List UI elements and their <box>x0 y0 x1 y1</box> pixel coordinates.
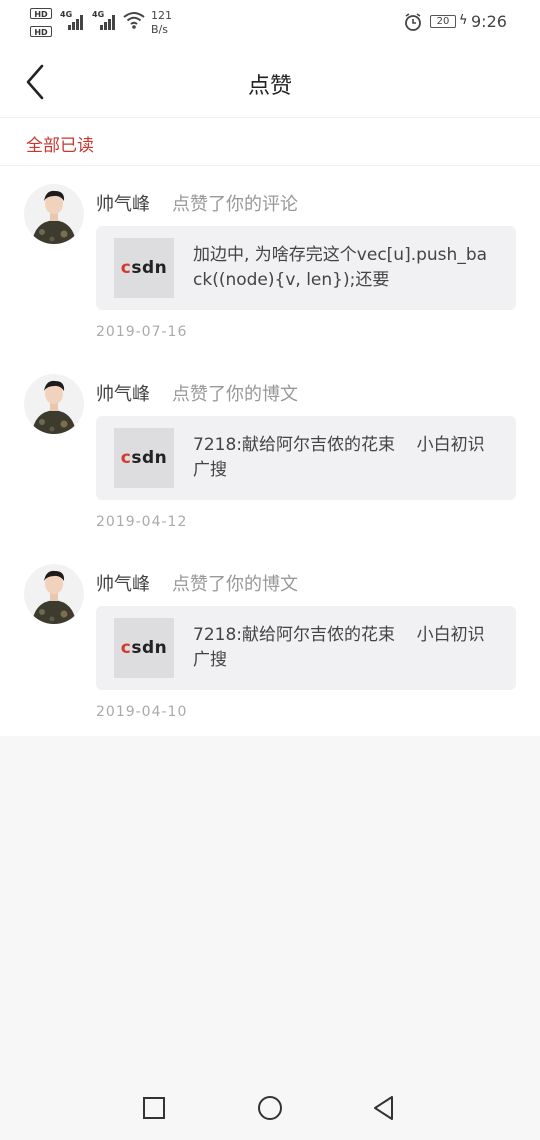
avatar[interactable] <box>24 184 84 244</box>
network-speed-unit: B/s <box>151 23 168 36</box>
csdn-thumbnail: csdn <box>114 428 174 488</box>
alarm-icon <box>405 13 421 31</box>
screen: HD HD 4G 4G 121 B/s 20 ϟ 9:26 点赞 全部已读 帅气… <box>0 0 540 1140</box>
notification-date: 2019-04-12 <box>96 514 188 530</box>
user-avatar-image <box>24 184 84 244</box>
battery-icon: 20 <box>430 15 456 28</box>
username[interactable]: 帅气峰 <box>96 380 150 406</box>
notification-item[interactable]: 帅气峰 点赞了你的博文 csdn 7218:献给阿尔吉侬的花束 小白初识广搜 2… <box>0 564 540 744</box>
avatar[interactable] <box>24 374 84 434</box>
username[interactable]: 帅气峰 <box>96 190 150 216</box>
liked-content-card[interactable]: csdn 加边中, 为啥存完这个vec[u].push_back((node){… <box>96 226 516 310</box>
notification-action: 点赞了你的博文 <box>172 574 298 595</box>
username[interactable]: 帅气峰 <box>96 570 150 596</box>
title-bar: 点赞 <box>0 46 540 118</box>
user-avatar-image <box>24 374 84 434</box>
status-time: 9:26 <box>471 12 507 31</box>
notification-item[interactable]: 帅气峰 点赞了你的评论 csdn 加边中, 为啥存完这个vec[u].push_… <box>0 184 540 364</box>
csdn-thumbnail: csdn <box>114 618 174 678</box>
notification-item[interactable]: 帅气峰 点赞了你的博文 csdn 7218:献给阿尔吉侬的花束 小白初识广搜 2… <box>0 374 540 554</box>
liked-content-text: 7218:献给阿尔吉侬的花束 小白初识广搜 <box>193 625 485 670</box>
status-bar: HD HD 4G 4G 121 B/s 20 ϟ 9:26 <box>0 0 540 46</box>
charging-icon: ϟ <box>459 13 468 28</box>
home-circle-icon[interactable] <box>256 1094 284 1122</box>
notification-date: 2019-07-16 <box>96 324 188 340</box>
signal-icon <box>68 12 86 30</box>
notification-action: 点赞了你的评论 <box>172 194 298 215</box>
csdn-logo: csdn <box>120 258 168 278</box>
hd-badge: HD <box>30 8 52 19</box>
liked-content-card[interactable]: csdn 7218:献给阿尔吉侬的花束 小白初识广搜 <box>96 416 516 500</box>
liked-content-text: 7218:献给阿尔吉侬的花束 小白初识广搜 <box>193 435 485 480</box>
liked-content-card[interactable]: csdn 7218:献给阿尔吉侬的花束 小白初识广搜 <box>96 606 516 690</box>
back-triangle-icon[interactable] <box>370 1094 398 1122</box>
avatar[interactable] <box>24 564 84 624</box>
csdn-logo: csdn <box>120 448 168 468</box>
mark-all-read-button[interactable]: 全部已读 <box>26 131 94 156</box>
recents-square-icon[interactable] <box>140 1094 168 1122</box>
notification-action: 点赞了你的博文 <box>172 384 298 405</box>
hd-badge: HD <box>30 26 52 37</box>
user-avatar-image <box>24 564 84 624</box>
csdn-thumbnail: csdn <box>114 238 174 298</box>
liked-content-text: 加边中, 为啥存完这个vec[u].push_back((node){v, le… <box>193 245 488 290</box>
network-speed: 121 B/s <box>151 9 172 37</box>
signal-icon <box>100 12 118 30</box>
wifi-icon <box>123 12 145 29</box>
network-speed-value: 121 <box>151 9 172 22</box>
mark-all-read-row: 全部已读 <box>0 118 540 166</box>
page-title: 点赞 <box>247 74 292 99</box>
system-nav-bar <box>0 1076 540 1140</box>
csdn-logo: csdn <box>120 638 168 658</box>
notification-date: 2019-04-10 <box>96 704 188 720</box>
